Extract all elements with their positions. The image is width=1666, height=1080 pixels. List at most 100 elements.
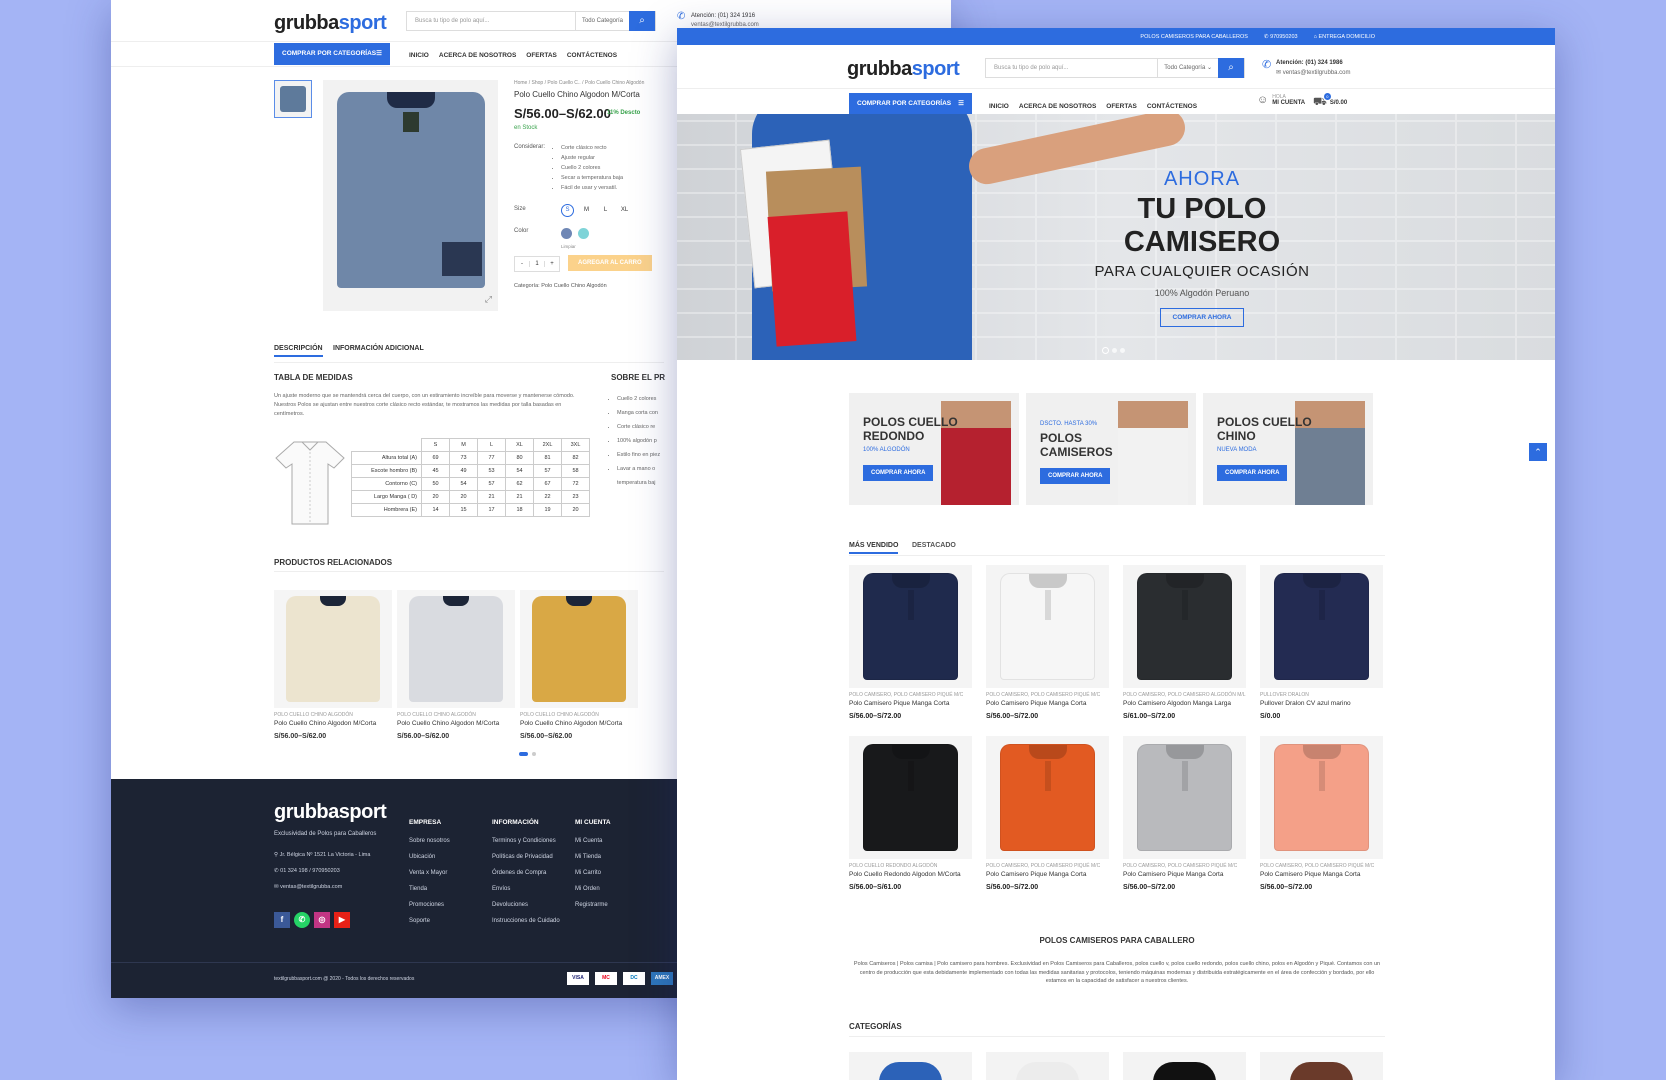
- related-product-image[interactable]: [274, 590, 392, 708]
- footer-link[interactable]: Envíos: [492, 881, 560, 897]
- slider-dot-active[interactable]: [1102, 347, 1109, 354]
- related-product-name[interactable]: Polo Cuello Chino Algodon M/Corta: [397, 720, 515, 727]
- product-image[interactable]: [1123, 736, 1246, 859]
- cart-link[interactable]: ⛟ 0 S/0.00: [1313, 93, 1347, 110]
- product-image[interactable]: [1260, 736, 1383, 859]
- nav-contactenos[interactable]: CONTÁCTENOS: [567, 52, 617, 59]
- promo-cta-button[interactable]: COMPRAR AHORA: [863, 465, 934, 481]
- product-name[interactable]: Polo Camisero Pique Manga Corta: [986, 871, 1109, 878]
- product-name[interactable]: Polo Camisero Pique Manga Corta: [1260, 871, 1383, 878]
- footer-link[interactable]: Instrucciones de Cuidado: [492, 913, 560, 929]
- qty-input[interactable]: 1: [529, 261, 545, 267]
- related-product-category[interactable]: POLO CUELLO CHINO ALGODÓN: [274, 712, 392, 718]
- scroll-top-button[interactable]: ⌃: [1529, 443, 1547, 461]
- qty-minus-button[interactable]: -: [515, 261, 529, 267]
- facebook-icon[interactable]: f: [274, 912, 290, 928]
- nav-inicio[interactable]: INICIO: [989, 103, 1009, 110]
- footer-link[interactable]: Mi Orden: [575, 881, 611, 897]
- product-name[interactable]: Polo Camisero Pique Manga Corta: [1123, 871, 1246, 878]
- categories-button[interactable]: COMPRAR POR CATEGORÍAS ☰: [849, 93, 972, 115]
- product-category[interactable]: POLO CAMISERO, POLO CAMISERO ALGODÓN M/L: [1123, 692, 1246, 698]
- footer-link[interactable]: Mi Carrito: [575, 865, 611, 881]
- nav-acerca[interactable]: ACERCA DE NOSOTROS: [1019, 103, 1096, 110]
- footer-link[interactable]: Soporte: [409, 913, 450, 929]
- related-product-category[interactable]: POLO CUELLO CHINO ALGODÓN: [520, 712, 638, 718]
- promo-banner[interactable]: POLOS CUELLO CHINO NUEVA MODA COMPRAR AHORA: [1203, 393, 1373, 505]
- product-card[interactable]: POLO CAMISERO, POLO CAMISERO ALGODÓN M/L…: [1123, 565, 1246, 720]
- footer-link[interactable]: Sobre nosotros: [409, 833, 450, 849]
- related-product-name[interactable]: Polo Cuello Chino Algodon M/Corta: [274, 720, 392, 727]
- product-category[interactable]: POLO CAMISERO, POLO CAMISERO PIQUÉ M/C: [1260, 863, 1383, 869]
- topbar-phone[interactable]: 970950203: [1270, 34, 1298, 40]
- product-image[interactable]: [849, 736, 972, 859]
- related-product-card[interactable]: POLO CUELLO CHINO ALGODÓN Polo Cuello Chi…: [520, 590, 638, 740]
- product-image[interactable]: [1260, 565, 1383, 688]
- related-product-card[interactable]: POLO CUELLO CHINO ALGODÓN Polo Cuello Chi…: [397, 590, 515, 740]
- product-image[interactable]: [986, 736, 1109, 859]
- product-image[interactable]: [1123, 565, 1246, 688]
- footer-link[interactable]: Órdenes de Compra: [492, 865, 560, 881]
- footer-link[interactable]: Venta x Mayor: [409, 865, 450, 881]
- related-product-image[interactable]: [520, 590, 638, 708]
- footer-link[interactable]: Promociones: [409, 897, 450, 913]
- product-name[interactable]: Polo Camisero Pique Manga Corta: [986, 700, 1109, 707]
- nav-acerca[interactable]: ACERCA DE NOSOTROS: [439, 52, 516, 59]
- category-tile[interactable]: [1123, 1052, 1246, 1080]
- search-button[interactable]: ⌕: [1218, 58, 1244, 78]
- product-category[interactable]: POLO CAMISERO, POLO CAMISERO PIQUÉ M/C: [986, 692, 1109, 698]
- footer-link[interactable]: Terminos y Condiciones: [492, 833, 560, 849]
- promo-cta-button[interactable]: COMPRAR AHORA: [1217, 465, 1288, 481]
- size-option-l[interactable]: L: [599, 204, 612, 217]
- footer-mail[interactable]: ventas@textilgrubba.com: [280, 884, 342, 890]
- product-image[interactable]: [986, 565, 1109, 688]
- clear-link[interactable]: Limpiar: [561, 244, 576, 249]
- product-name[interactable]: Polo Camisero Pique Manga Corta: [849, 700, 972, 707]
- size-option-xl[interactable]: XL: [618, 204, 631, 217]
- footer-logo[interactable]: grubbasport: [274, 801, 387, 824]
- whatsapp-icon[interactable]: ✆: [294, 912, 310, 928]
- product-card[interactable]: PULLOVER DRALON Pullover Dralon CV azul m…: [1260, 565, 1383, 720]
- product-image[interactable]: [849, 565, 972, 688]
- category-select[interactable]: Todo Categoría ⌄: [1157, 59, 1218, 77]
- promo-cta-button[interactable]: COMPRAR AHORA: [1040, 468, 1111, 484]
- product-main-image[interactable]: ⤢: [323, 80, 498, 311]
- product-card[interactable]: POLO CUELLO REDONDO ALGODÓN Polo Cuello R…: [849, 736, 972, 891]
- promo-banner[interactable]: POLOS CUELLO REDONDO 100% ALGODÓN COMPRAR A…: [849, 393, 1019, 505]
- category-tile[interactable]: [1260, 1052, 1383, 1080]
- related-product-image[interactable]: [397, 590, 515, 708]
- product-category[interactable]: PULLOVER DRALON: [1260, 692, 1383, 698]
- nav-ofertas[interactable]: OFERTAS: [1106, 103, 1137, 110]
- color-swatch-teal[interactable]: [578, 228, 589, 239]
- product-card[interactable]: POLO CAMISERO, POLO CAMISERO PIQUÉ M/C Po…: [1260, 736, 1383, 891]
- zoom-icon[interactable]: ⤢: [485, 294, 492, 305]
- footer-link[interactable]: Mi Cuenta: [575, 833, 611, 849]
- product-name[interactable]: Polo Cuello Redondo Algodon M/Corta: [849, 871, 972, 878]
- pagination-dot-active[interactable]: [519, 752, 528, 756]
- related-product-name[interactable]: Polo Cuello Chino Algodon M/Corta: [520, 720, 638, 727]
- related-product-card[interactable]: POLO CUELLO CHINO ALGODÓN Polo Cuello Chi…: [274, 590, 392, 740]
- product-card[interactable]: POLO CAMISERO, POLO CAMISERO PIQUÉ M/C Po…: [986, 736, 1109, 891]
- category-select[interactable]: Todo Categoría: [574, 12, 629, 30]
- add-to-cart-button[interactable]: AGREGAR AL CARRO: [568, 255, 652, 271]
- footer-link[interactable]: Ubicación: [409, 849, 450, 865]
- product-name[interactable]: Pullover Dralon CV azul marino: [1260, 700, 1383, 707]
- tab-featured[interactable]: DESTACADO: [912, 542, 956, 549]
- nav-inicio[interactable]: INICIO: [409, 52, 429, 59]
- category-tile[interactable]: [849, 1052, 972, 1080]
- account-link[interactable]: ☺ HOLA MI CUENTA: [1257, 94, 1305, 106]
- qty-plus-button[interactable]: +: [545, 261, 559, 267]
- footer-link[interactable]: Políticas de Privacidad: [492, 849, 560, 865]
- product-category[interactable]: POLO CAMISERO, POLO CAMISERO PIQUÉ M/C: [1123, 863, 1246, 869]
- nav-contactenos[interactable]: CONTÁCTENOS: [1147, 103, 1197, 110]
- product-category[interactable]: POLO CAMISERO, POLO CAMISERO PIQUÉ M/C: [849, 692, 972, 698]
- search-input[interactable]: Busca tu tipo de polo aquí...: [986, 58, 1157, 78]
- brand-logo[interactable]: grubbasport: [847, 58, 960, 81]
- search-button[interactable]: ⌕: [629, 11, 655, 31]
- thumbnail[interactable]: [274, 80, 312, 118]
- instagram-icon[interactable]: ◎: [314, 912, 330, 928]
- size-option-m[interactable]: M: [580, 204, 593, 217]
- nav-ofertas[interactable]: OFERTAS: [526, 52, 557, 59]
- product-card[interactable]: POLO CAMISERO, POLO CAMISERO PIQUÉ M/C Po…: [849, 565, 972, 720]
- footer-link[interactable]: Tienda: [409, 881, 450, 897]
- slider-dot[interactable]: [1112, 348, 1117, 353]
